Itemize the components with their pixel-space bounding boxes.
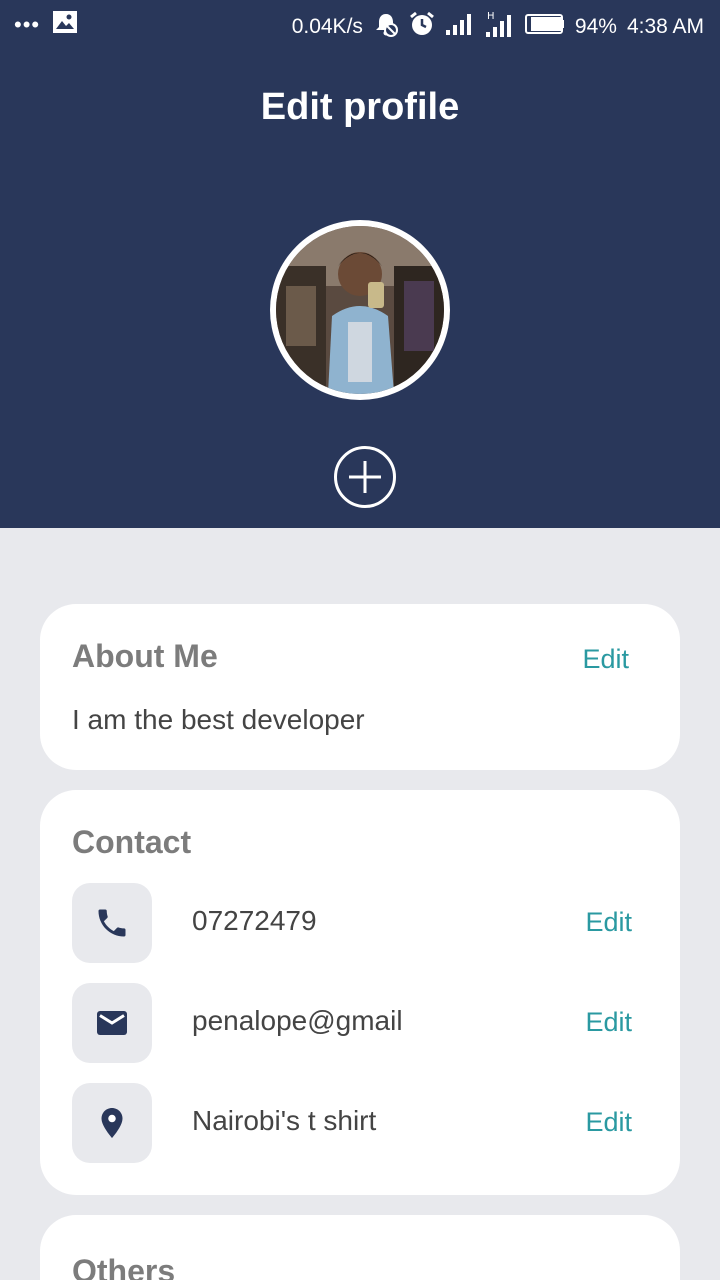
about-edit-button[interactable]: Edit bbox=[582, 644, 629, 675]
phone-value: 07272479 bbox=[192, 905, 317, 936]
add-photo-button[interactable] bbox=[334, 446, 396, 508]
avatar[interactable] bbox=[270, 220, 450, 400]
others-title: Others bbox=[72, 1253, 176, 1280]
email-value: penalope@gmail bbox=[192, 1005, 403, 1036]
about-title: About Me bbox=[72, 638, 218, 674]
contact-card: Contact 07272479 Edit penalope@gmail Edi… bbox=[40, 790, 680, 1195]
contact-row-phone: 07272479 Edit bbox=[72, 883, 648, 963]
contact-row-location: Nairobi's t shirt Edit bbox=[72, 1083, 648, 1163]
avatar-photo bbox=[276, 226, 444, 394]
plus-icon bbox=[349, 461, 381, 493]
about-card: About Me Edit I am the best developer bbox=[40, 604, 680, 770]
page-title: Edit profile bbox=[260, 86, 460, 128]
alarm-icon bbox=[409, 11, 435, 43]
others-card: Others bbox=[40, 1215, 680, 1280]
location-pin-icon bbox=[72, 1083, 152, 1163]
battery-icon bbox=[524, 13, 565, 41]
more-dots-icon: ••• bbox=[14, 11, 41, 37]
location-value: Nairobi's t shirt bbox=[192, 1105, 377, 1136]
email-edit-button[interactable]: Edit bbox=[585, 1007, 632, 1038]
mail-icon bbox=[72, 983, 152, 1063]
about-text: I am the best developer bbox=[72, 704, 365, 735]
mute-bell-icon bbox=[373, 11, 399, 43]
battery-percent: 94% bbox=[574, 15, 617, 38]
image-icon bbox=[52, 10, 78, 39]
clock: 4:38 AM bbox=[626, 15, 704, 38]
location-edit-button[interactable]: Edit bbox=[585, 1107, 632, 1138]
signal-icon bbox=[445, 12, 475, 42]
phone-edit-button[interactable]: Edit bbox=[585, 907, 632, 938]
contact-row-email: penalope@gmail Edit bbox=[72, 983, 648, 1063]
phone-icon bbox=[72, 883, 152, 963]
profile-header: ••• 0.04K/s H 94% 4:38 AM Edit profile bbox=[0, 0, 720, 528]
signal-h-icon: H bbox=[485, 10, 515, 44]
status-bar: ••• 0.04K/s H 94% 4:38 AM bbox=[0, 0, 720, 50]
svg-text:H: H bbox=[487, 11, 495, 22]
net-speed: 0.04K/s bbox=[291, 15, 363, 38]
contact-title: Contact bbox=[72, 824, 192, 860]
